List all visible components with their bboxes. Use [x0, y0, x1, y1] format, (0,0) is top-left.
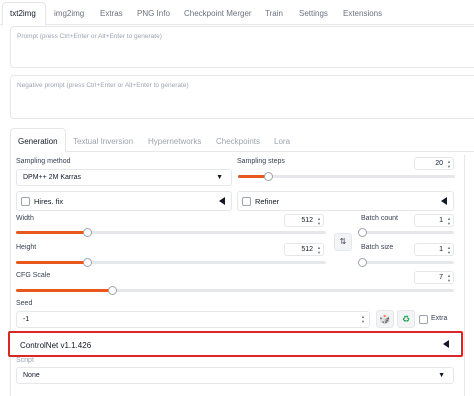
refiner-label: Refiner	[255, 197, 280, 206]
batch-count-input[interactable]: 1 ▲ ▼	[414, 214, 454, 227]
height-slider[interactable]	[16, 258, 326, 267]
width-input[interactable]: 512 ▲ ▼	[284, 214, 324, 227]
sampling-method-value: DPM++ 2M Karras	[23, 174, 81, 181]
sampling-method-label: Sampling method	[16, 158, 71, 165]
negative-prompt-input[interactable]: Negative prompt (press Ctrl+Enter or Alt…	[10, 75, 474, 119]
collapse-arrow-icon	[443, 340, 449, 348]
reuse-seed-button[interactable]: ♻	[397, 310, 415, 328]
hires-fix-checkbox[interactable]	[21, 197, 30, 206]
tab-lora[interactable]: Lora	[274, 137, 290, 146]
spinner-arrows-icon[interactable]: ▲ ▼	[447, 245, 451, 255]
hires-fix-accordion[interactable]: Hires. fix	[16, 191, 232, 211]
height-label: Height	[16, 244, 37, 251]
script-label: Script	[16, 357, 34, 364]
batch-size-value: 1	[439, 246, 443, 253]
tab-extensions[interactable]: Extensions	[343, 9, 382, 18]
tab-train[interactable]: Train	[265, 9, 283, 18]
tab-hypernetworks[interactable]: Hypernetworks	[148, 137, 201, 146]
width-slider[interactable]	[16, 228, 326, 237]
spinner-arrows-icon[interactable]: ▲ ▼	[317, 245, 321, 255]
slider-fill	[16, 289, 113, 292]
tab-txt2img[interactable]: txt2img	[10, 9, 36, 18]
slider-thumb[interactable]	[358, 228, 367, 237]
prompt-placeholder: Prompt (press Ctrl+Enter or Alt+Enter to…	[17, 33, 162, 40]
extra-seed-label: Extra	[431, 315, 448, 322]
width-label: Width	[16, 215, 34, 222]
collapse-arrow-icon	[219, 197, 225, 205]
slider-fill	[16, 231, 88, 234]
cfg-scale-label: CFG Scale	[16, 272, 51, 279]
prompt-input[interactable]: Prompt (press Ctrl+Enter or Alt+Enter to…	[10, 26, 474, 68]
width-value: 512	[301, 217, 313, 224]
swap-icon: ⇅	[339, 237, 347, 246]
hires-fix-label: Hires. fix	[34, 197, 64, 206]
tab-checkpoint-merger[interactable]: Checkpoint Merger	[184, 9, 252, 18]
tab-checkpoints[interactable]: Checkpoints	[216, 137, 260, 146]
batch-size-slider[interactable]	[358, 258, 454, 267]
controlnet-accordion[interactable]: ControlNet v1.1.426	[8, 331, 463, 357]
cfg-scale-value: 7	[439, 274, 443, 281]
cfg-scale-input[interactable]: 7 ▲ ▼	[414, 271, 454, 284]
dice-icon: 🎲	[379, 314, 391, 324]
batch-size-label: Batch size	[361, 244, 394, 251]
controlnet-label: ControlNet v1.1.426	[20, 341, 92, 350]
main-tab-bar: txt2img img2img Extras PNG Info Checkpoi…	[0, 0, 474, 26]
seed-label: Seed	[16, 300, 33, 307]
chevron-down-icon: ▼	[216, 174, 223, 181]
spinner-arrows-icon[interactable]: ▲ ▼	[361, 314, 365, 324]
sampling-steps-input[interactable]: 20 ▲ ▼	[414, 157, 454, 170]
spinner-arrows-icon[interactable]: ▲ ▼	[317, 216, 321, 226]
panel-scrollbar[interactable]	[464, 155, 472, 396]
tab-png-info[interactable]: PNG Info	[137, 9, 170, 18]
script-value: None	[23, 372, 40, 379]
sampling-steps-label: Sampling steps	[237, 158, 285, 165]
recycle-icon: ♻	[401, 314, 411, 324]
tab-generation[interactable]: Generation	[18, 137, 58, 146]
random-seed-button[interactable]: 🎲	[376, 310, 394, 328]
collapse-arrow-icon	[441, 197, 447, 205]
spinner-arrows-icon[interactable]: ▲ ▼	[447, 216, 451, 226]
spinner-arrows-icon[interactable]: ▲ ▼	[447, 273, 451, 283]
sampling-method-select[interactable]: DPM++ 2M Karras ▼	[16, 169, 232, 186]
tab-settings[interactable]: Settings	[299, 9, 328, 18]
batch-count-value: 1	[439, 217, 443, 224]
height-value: 512	[301, 246, 313, 253]
tab-img2img[interactable]: img2img	[54, 9, 84, 18]
generation-panel	[10, 152, 462, 396]
sampling-steps-slider[interactable]	[238, 172, 455, 181]
seed-value: -1	[23, 316, 30, 323]
batch-count-slider[interactable]	[358, 228, 454, 237]
slider-fill	[16, 261, 88, 264]
negative-prompt-placeholder: Negative prompt (press Ctrl+Enter or Alt…	[17, 82, 189, 89]
refiner-accordion[interactable]: Refiner	[237, 191, 454, 211]
chevron-down-icon: ▼	[438, 372, 445, 379]
tab-extras[interactable]: Extras	[100, 9, 123, 18]
height-input[interactable]: 512 ▲ ▼	[284, 243, 324, 256]
batch-size-input[interactable]: 1 ▲ ▼	[414, 243, 454, 256]
spinner-arrows-icon[interactable]: ▲ ▼	[447, 159, 451, 169]
tab-textual-inversion[interactable]: Textual Inversion	[73, 137, 133, 146]
swap-dimensions-button[interactable]: ⇅	[334, 233, 352, 251]
extra-seed-checkbox[interactable]	[419, 315, 428, 324]
seed-input[interactable]: -1 ▲ ▼	[16, 311, 370, 328]
generation-tab-bar: Generation Textual Inversion Hypernetwor…	[10, 128, 474, 153]
batch-count-label: Batch count	[361, 215, 398, 222]
cfg-scale-slider[interactable]	[16, 286, 454, 295]
sampling-steps-value: 20	[435, 160, 443, 167]
slider-thumb[interactable]	[358, 258, 367, 267]
script-select[interactable]: None ▼	[16, 367, 454, 384]
refiner-checkbox[interactable]	[242, 197, 251, 206]
